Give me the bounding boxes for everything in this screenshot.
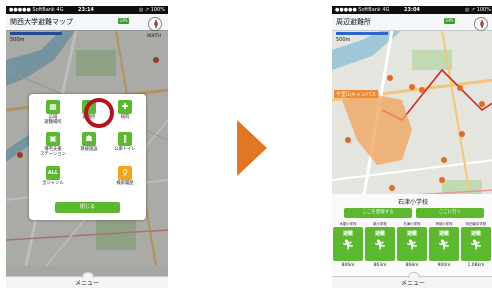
category-label: 公衆トイレ [114,147,136,152]
right-phone-screen: 千里山キャンパス ●●●●● SoftBank 4G 23:04 ◎ ↗ 100… [332,6,492,288]
shelter-item[interactable]: 吹田南中学校 避難 🏃︎ 1.08km [460,221,492,276]
running-person-icon: 🏃︎ [373,240,387,251]
carrier-label: ●●●●● SoftBank 4G [335,7,390,13]
running-person-icon: 🏃︎ [341,240,355,251]
selected-place-name: 石津小学校 [397,199,428,206]
status-bar: ●●●●● SoftBank 4G 23:04 ◎ ↗ 100% [332,6,492,14]
shelter-item[interactable]: 新小学校 避難 🏃︎ 863m [364,221,396,276]
scale-label: 500m [336,37,351,43]
menu-label: メニュー [400,280,425,287]
register-place-button[interactable]: ここを登録する [344,208,412,218]
shelter-distance: 806m [341,263,355,268]
menu-bar[interactable]: メニュー [6,272,168,288]
evacuation-card: 避難 🏃︎ [429,227,459,261]
category-relief-facility[interactable]: ☗ 救援施設 [71,132,107,160]
shelter-distance: 868m [405,263,419,268]
category-public-toilet[interactable]: ‖ 公衆トイレ [107,132,143,160]
gps-badge: GPS [444,18,455,24]
campus-label: 千里山キャンパス [336,91,376,98]
station-icon: ▣ [46,132,60,146]
shelter-distance: 863m [373,263,387,268]
shelter-name: 木屋小学校 [339,222,357,226]
evacuation-label: 避難 [374,231,385,237]
shelter-name: 吹田南中学校 [465,222,487,226]
shelter-distance: 1.08km [467,263,485,268]
transition-arrow-icon [237,120,267,176]
relief-facility-icon: ☗ [82,132,96,146]
evacuation-label: 避難 [342,231,353,237]
menu-label: メニュー [74,280,99,287]
shelter-item[interactable]: 石津小学校 避難 🏃︎ 868m [396,221,428,276]
compass-icon[interactable] [148,17,162,31]
scale-bar [336,32,388,35]
go-here-button[interactable]: ここに行く [416,208,484,218]
battery-indicator: ◎ ↗ 100% [138,7,165,13]
category-label: 病院 [120,115,130,120]
compass-icon[interactable] [474,17,488,31]
go-here-label: ここに行く [438,210,462,215]
evacuation-label: 避難 [406,231,417,237]
search-history-icon: ♀ [118,166,132,180]
category-label: 全ジャンル [42,181,64,186]
left-phone-screen: ●●●●● SoftBank 4G 23:14 ◎ ↗ 100% 関西大学避難マ… [6,6,168,288]
running-person-icon: 🏃︎ [405,240,419,251]
running-person-icon: 🏃︎ [469,240,483,251]
all-genres-icon: ALL [46,166,60,180]
toilet-icon: ‖ [118,132,132,146]
shelter-name: 新小学校 [373,222,387,226]
evacuation-card: 避難 🏃︎ [365,227,395,261]
page-title: 関西大学避難マップ [10,18,73,26]
gps-badge: GPS [118,18,129,24]
shelter-item[interactable]: 岸部小学校 避難 🏃︎ 900m [428,221,460,276]
category-label: 救援施設 [80,147,98,152]
close-button[interactable]: 閉じる [55,202,120,213]
register-label: ここを登録する [362,210,394,215]
category-search-history[interactable]: ♀ 検索履歴 [107,166,143,194]
hospital-icon: ✚ [118,100,132,114]
shelter-name: 岸部小学校 [435,222,453,226]
shelter-distance: 900m [437,263,451,268]
category-all[interactable]: ALL 全ジャンル [35,166,71,194]
evacuation-label: 避難 [438,231,449,237]
clock: 23:04 [404,7,420,13]
menu-bar[interactable]: メニュー [332,272,492,288]
running-person-icon: 🏃︎ [437,240,451,251]
shelter-item[interactable]: 木屋小学校 避難 🏃︎ 806m [332,221,364,276]
category-label: 広域 避難場所 [44,115,62,125]
nearby-shelter-list: 木屋小学校 避難 🏃︎ 806m 新小学校 避難 🏃︎ 863m 石津小学校 避… [332,221,492,276]
category-hospital[interactable]: ✚ 病院 [107,100,143,128]
place-info-panel: 石津小学校 ここを登録する ここに行く 木屋小学校 避難 🏃︎ 806m 新小学… [332,194,492,276]
category-label: 検索履歴 [116,181,134,186]
evacuation-card: 避難 🏃︎ [333,227,363,261]
category-return-support-station[interactable]: ▣ 帰宅支援 ステーション [35,132,71,160]
wide-area-shelter-icon: ▦ [46,100,60,114]
carrier-label: ●●●●● SoftBank 4G [9,7,64,13]
title-bar: 周辺避難所 [332,14,492,31]
category-wide-area-shelter[interactable]: ▦ 広域 避難場所 [35,100,71,128]
evacuation-card: 避難 🏃︎ [461,227,491,261]
status-bar: ●●●●● SoftBank 4G 23:14 ◎ ↗ 100% [6,6,168,14]
category-label: 帰宅支援 ステーション [40,147,66,157]
clock: 23:14 [78,7,94,13]
evacuation-card: 避難 🏃︎ [397,227,427,261]
battery-indicator: ◎ ↗ 100% [464,7,491,13]
page-title: 周辺避難所 [336,18,371,26]
title-bar: 関西大学避難マップ [6,14,168,31]
category-popup: ▦ 広域 避難場所 ⛹ 避難所 ✚ 病院 ▣ 帰宅支援 ステーション ☗ 救援施… [29,94,146,220]
evacuation-label: 避難 [470,231,481,237]
shelter-name: 石津小学校 [403,222,421,226]
